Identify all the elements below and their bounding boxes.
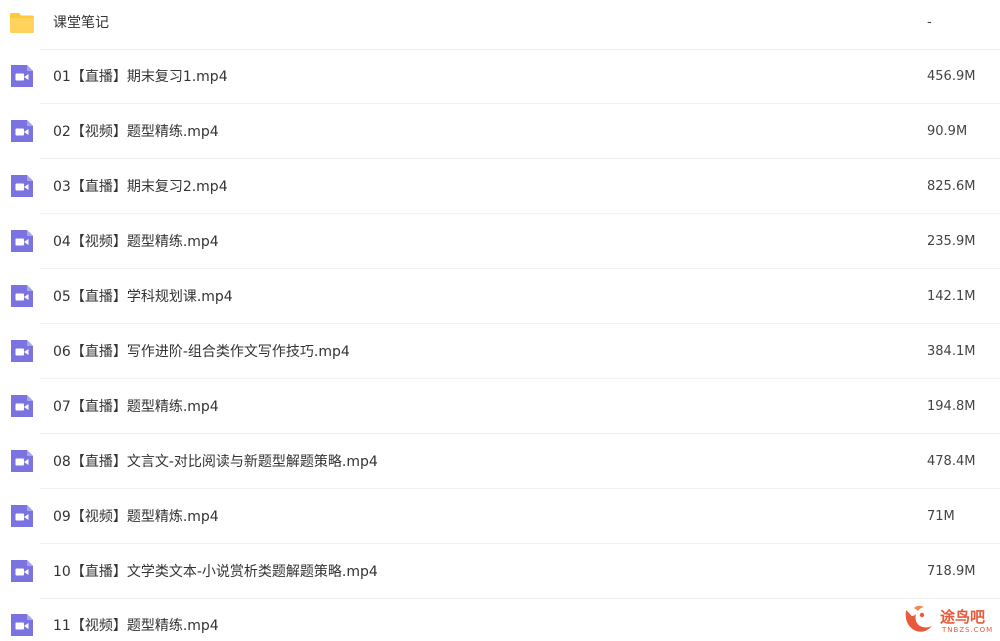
video-file-icon [8,227,36,255]
file-size: 194.8M [927,398,976,414]
video-file-icon [8,611,36,639]
file-row[interactable]: 11【视频】题型精练.mp4 [0,598,1000,641]
video-file-icon [8,392,36,420]
file-row[interactable]: 10【直播】文学类文本-小说赏析类题解题策略.mp4 718.9M [0,544,1000,599]
file-name[interactable]: 05【直播】学科规划课.mp4 [53,286,233,306]
video-file-icon [8,447,36,475]
file-size: 718.9M [927,563,976,579]
file-row[interactable]: 08【直播】文言文-对比阅读与新题型解题策略.mp4 478.4M [0,434,1000,489]
video-file-icon [8,62,36,90]
file-size: 90.9M [927,123,968,139]
file-size: 456.9M [927,68,976,84]
file-name[interactable]: 03【直播】期末复习2.mp4 [53,176,228,196]
watermark-text: 途鸟吧 [940,608,986,626]
file-size: 825.6M [927,178,976,194]
file-name[interactable]: 04【视频】题型精练.mp4 [53,231,219,251]
video-file-icon [8,502,36,530]
file-name[interactable]: 06【直播】写作进阶-组合类作文写作技巧.mp4 [53,341,350,361]
file-row-folder[interactable]: 课堂笔记 - [0,0,1000,50]
watermark-subtext: TNBZS.COM [942,626,994,634]
video-file-icon [8,337,36,365]
file-name[interactable]: 02【视频】题型精练.mp4 [53,121,219,141]
file-row[interactable]: 06【直播】写作进阶-组合类作文写作技巧.mp4 384.1M [0,324,1000,379]
video-file-icon [8,282,36,310]
file-size: 71M [927,508,955,524]
file-row[interactable]: 01【直播】期末复习1.mp4 456.9M [0,49,1000,104]
file-name[interactable]: 07【直播】题型精练.mp4 [53,396,219,416]
file-size: 142.1M [927,288,976,304]
video-file-icon [8,117,36,145]
file-row[interactable]: 05【直播】学科规划课.mp4 142.1M [0,269,1000,324]
video-file-icon [8,557,36,585]
file-row[interactable]: 03【直播】期末复习2.mp4 825.6M [0,159,1000,214]
file-row[interactable]: 02【视频】题型精练.mp4 90.9M [0,104,1000,159]
bird-logo-icon [905,605,932,632]
file-row[interactable]: 07【直播】题型精练.mp4 194.8M [0,379,1000,434]
file-size: - [927,14,932,30]
file-list: 课堂笔记 - 01【直播】期末复习1.mp4 456.9M 02【视频】题型精练… [0,0,1000,641]
file-name[interactable]: 10【直播】文学类文本-小说赏析类题解题策略.mp4 [53,561,378,581]
watermark-logo: 途鸟吧 TNBZS.COM [900,600,996,638]
file-name[interactable]: 课堂笔记 [53,12,109,32]
file-name[interactable]: 11【视频】题型精练.mp4 [53,615,219,635]
file-name[interactable]: 09【视频】题型精炼.mp4 [53,506,219,526]
folder-icon [8,8,36,36]
file-size: 384.1M [927,343,976,359]
file-row[interactable]: 04【视频】题型精练.mp4 235.9M [0,214,1000,269]
video-file-icon [8,172,36,200]
file-row[interactable]: 09【视频】题型精炼.mp4 71M [0,489,1000,544]
file-size: 235.9M [927,233,976,249]
file-size: 478.4M [927,453,976,469]
file-name[interactable]: 08【直播】文言文-对比阅读与新题型解题策略.mp4 [53,451,378,471]
file-name[interactable]: 01【直播】期末复习1.mp4 [53,66,228,86]
